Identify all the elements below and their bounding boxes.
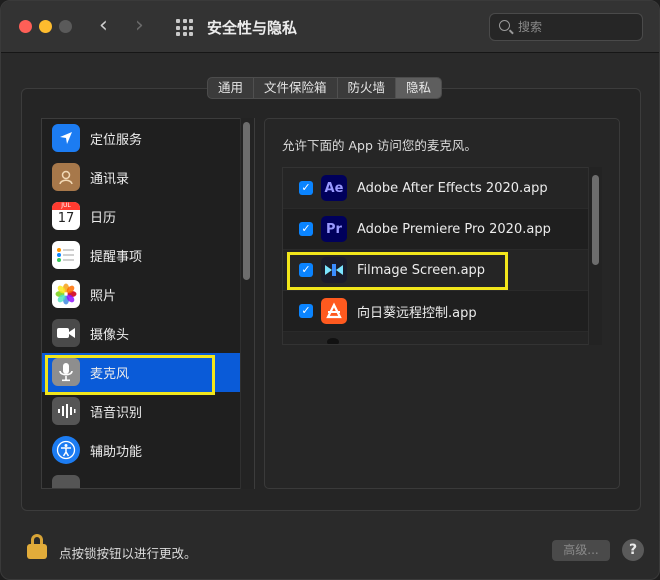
tab-privacy[interactable]: 隐私 <box>396 78 442 98</box>
app-permission-list[interactable]: ✓ Ae Adobe After Effects 2020.app ✓ Pr A… <box>282 167 602 345</box>
accessibility-icon <box>52 436 80 464</box>
advanced-button[interactable]: 高级... <box>552 540 610 561</box>
help-button[interactable]: ? <box>622 539 644 561</box>
search-input[interactable] <box>518 18 636 36</box>
speech-recognition-icon <box>52 397 80 425</box>
preferences-window: ‹ › 安全性与隐私 通用 文件保险箱 防火墙 隐私 定位服务 通讯录 <box>0 0 660 580</box>
sidebar-item-contacts[interactable]: 通讯录 <box>42 158 242 197</box>
forward-button[interactable]: › <box>135 13 144 39</box>
sunlogin-icon <box>321 298 347 324</box>
sidebar-item-location-services[interactable]: 定位服务 <box>42 119 242 158</box>
tab-general[interactable]: 通用 <box>208 78 255 98</box>
sidebar-item-label: 定位服务 <box>90 133 143 148</box>
app-name: Adobe After Effects 2020.app <box>357 180 548 196</box>
sidebar-item-microphone[interactable]: 麦克风 <box>42 353 242 392</box>
sidebar-item-label: 语音识别 <box>90 406 143 421</box>
zoom-window-button[interactable] <box>59 20 72 33</box>
sidebar-item-label: 辅助功能 <box>90 445 143 460</box>
photos-icon <box>52 280 80 308</box>
sidebar-item-camera[interactable]: 摄像头 <box>42 314 242 353</box>
sidebar-item-photos[interactable]: 照片 <box>42 275 242 314</box>
permission-checkbox[interactable]: ✓ <box>299 263 313 277</box>
sidebar-item-partial[interactable] <box>42 470 242 488</box>
camera-icon <box>52 319 80 347</box>
app-list-scrollbar[interactable] <box>592 175 599 265</box>
app-name: Filmage Screen.app <box>357 262 486 278</box>
sidebar-item-label: 麦克风 <box>90 367 130 382</box>
app-name: Adobe Premiere Pro 2020.app <box>357 221 551 237</box>
lock-icon[interactable] <box>27 534 47 560</box>
list-item[interactable]: ✓ Pr Adobe Premiere Pro 2020.app <box>283 209 589 250</box>
sidebar-item-label: 提醒事项 <box>90 250 143 265</box>
filmage-screen-icon <box>321 257 347 283</box>
permission-checkbox[interactable]: ✓ <box>299 181 313 195</box>
list-item[interactable]: ✓ Filmage Screen.app <box>283 250 589 291</box>
close-window-button[interactable] <box>19 20 32 33</box>
sidebar-item-speech-recognition[interactable]: 语音识别 <box>42 392 242 431</box>
list-item[interactable]: ✓ Ae Adobe After Effects 2020.app <box>283 168 589 209</box>
sidebar-item-calendar[interactable]: JUL 17 日历 <box>42 197 242 236</box>
tab-filevault[interactable]: 文件保险箱 <box>254 78 338 98</box>
show-all-grid-icon[interactable] <box>176 19 193 36</box>
microphone-icon <box>52 358 80 386</box>
permission-checkbox[interactable]: ✓ <box>299 304 313 318</box>
window-title: 安全性与隐私 <box>207 19 298 37</box>
title-bar: ‹ › 安全性与隐私 <box>1 1 659 53</box>
sidebar-item-reminders[interactable]: 提醒事项 <box>42 236 242 275</box>
permission-description: 允许下面的 App 访问您的麦克风。 <box>282 138 477 153</box>
sidebar-item-label: 日历 <box>90 211 117 226</box>
sidebar-item-label: 通讯录 <box>90 172 130 187</box>
list-item-partial[interactable] <box>283 332 589 344</box>
sidebar-scrollbar[interactable] <box>243 122 250 280</box>
after-effects-icon: Ae <box>321 175 347 201</box>
contacts-icon <box>52 163 80 191</box>
reminders-icon <box>52 241 80 269</box>
privacy-category-list[interactable]: 定位服务 通讯录 JUL 17 日历 提醒事项 照片 摄像头 麦克风 语音识别 … <box>41 118 255 489</box>
sidebar-item-label: 照片 <box>90 289 117 304</box>
search-field[interactable] <box>489 13 643 41</box>
premiere-pro-icon: Pr <box>321 216 347 242</box>
back-button[interactable]: ‹ <box>99 13 108 39</box>
search-icon <box>499 20 510 31</box>
tab-bar: 通用 文件保险箱 防火墙 隐私 <box>207 77 443 99</box>
sidebar-item-label: 摄像头 <box>90 328 130 343</box>
permission-checkbox[interactable]: ✓ <box>299 222 313 236</box>
partial-app-icon <box>327 338 339 344</box>
lock-status-text: 点按锁按钮以进行更改。 <box>59 546 197 561</box>
tab-firewall[interactable]: 防火墙 <box>338 78 397 98</box>
partial-category-icon <box>52 475 80 488</box>
location-arrow-icon <box>52 124 80 152</box>
app-name: 向日葵远程控制.app <box>357 305 477 321</box>
calendar-icon: JUL 17 <box>52 202 80 230</box>
minimize-window-button[interactable] <box>39 20 52 33</box>
sidebar-item-accessibility[interactable]: 辅助功能 <box>42 431 242 470</box>
list-item[interactable]: ✓ 向日葵远程控制.app <box>283 291 589 332</box>
